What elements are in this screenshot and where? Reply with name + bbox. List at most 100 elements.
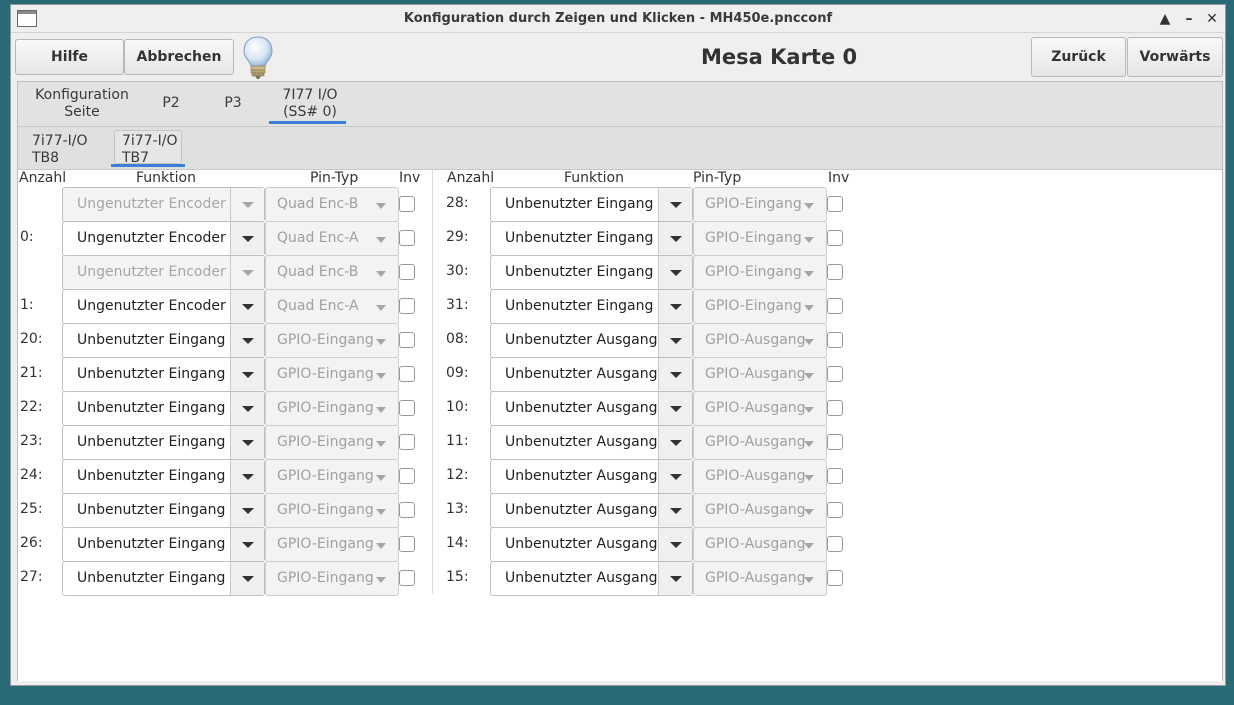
chevron-down-icon[interactable] [658, 256, 692, 289]
chevron-down-icon[interactable] [230, 290, 264, 323]
help-button[interactable]: Hilfe [15, 39, 124, 75]
function-combo[interactable]: Unbenutzter Eingang [62, 391, 265, 426]
chevron-down-icon[interactable] [230, 256, 264, 289]
invert-checkbox[interactable] [827, 468, 843, 484]
function-combo[interactable]: Unbenutzter Eingang [490, 255, 693, 290]
tab-p2[interactable]: P2 [154, 95, 188, 112]
function-combo[interactable]: Unbenutzter Ausgang [490, 425, 693, 460]
invert-checkbox[interactable] [399, 332, 415, 348]
invert-checkbox[interactable] [399, 502, 415, 518]
function-combo[interactable]: Unbenutzter Ausgang [490, 459, 693, 494]
pin-type-combo[interactable]: GPIO-Ausgang [693, 391, 827, 426]
forward-button[interactable]: Vorwärts [1127, 37, 1223, 77]
function-combo[interactable]: Unbenutzter Ausgang [490, 493, 693, 528]
chevron-down-icon[interactable] [658, 392, 692, 425]
chevron-down-icon[interactable] [230, 324, 264, 357]
function-combo[interactable]: Unbenutzter Eingang [62, 493, 265, 528]
invert-checkbox[interactable] [399, 298, 415, 314]
chevron-down-icon[interactable] [230, 426, 264, 459]
invert-checkbox[interactable] [827, 332, 843, 348]
function-combo[interactable]: Unbenutzter Eingang [62, 357, 265, 392]
invert-checkbox[interactable] [399, 570, 415, 586]
close-icon[interactable]: ✕ [1202, 9, 1222, 29]
pin-type-combo[interactable]: GPIO-Ausgang [693, 459, 827, 494]
lightbulb-icon[interactable] [241, 35, 275, 81]
pin-type-combo[interactable]: GPIO-Eingang [265, 357, 399, 392]
chevron-down-icon[interactable] [230, 222, 264, 255]
function-combo[interactable]: Unbenutzter Eingang [62, 323, 265, 358]
invert-checkbox[interactable] [827, 536, 843, 552]
invert-checkbox[interactable] [827, 570, 843, 586]
pin-type-combo[interactable]: GPIO-Ausgang [693, 357, 827, 392]
back-button[interactable]: Zurück [1031, 37, 1126, 77]
tab-configuration-page[interactable]: Konfiguration Seite [32, 87, 132, 121]
chevron-down-icon[interactable] [230, 460, 264, 493]
function-combo[interactable]: Unbenutzter Ausgang [490, 391, 693, 426]
invert-checkbox[interactable] [399, 196, 415, 212]
chevron-down-icon[interactable] [230, 392, 264, 425]
pin-type-combo[interactable]: GPIO-Ausgang [693, 323, 827, 358]
invert-checkbox[interactable] [827, 230, 843, 246]
tab-tb8[interactable]: 7i77-I/O TB8 [32, 133, 94, 167]
function-combo[interactable]: Unbenutzter Eingang [490, 187, 693, 222]
pin-type-combo[interactable]: GPIO-Eingang [265, 493, 399, 528]
chevron-down-icon[interactable] [230, 562, 264, 595]
chevron-down-icon[interactable] [658, 460, 692, 493]
minimize-icon[interactable]: – [1179, 9, 1199, 29]
pin-type-combo[interactable]: GPIO-Eingang [265, 459, 399, 494]
function-combo[interactable]: Ungenutzter Encoder [62, 221, 265, 256]
invert-checkbox[interactable] [827, 196, 843, 212]
function-combo[interactable]: Unbenutzter Ausgang [490, 357, 693, 392]
invert-checkbox[interactable] [827, 502, 843, 518]
pin-type-combo[interactable]: GPIO-Eingang [693, 221, 827, 256]
function-combo[interactable]: Unbenutzter Eingang [62, 561, 265, 596]
function-combo[interactable]: Ungenutzter Encoder [62, 187, 265, 222]
chevron-down-icon[interactable] [658, 426, 692, 459]
chevron-down-icon[interactable] [230, 358, 264, 391]
invert-checkbox[interactable] [399, 434, 415, 450]
chevron-down-icon[interactable] [658, 290, 692, 323]
invert-checkbox[interactable] [827, 434, 843, 450]
invert-checkbox[interactable] [399, 468, 415, 484]
invert-checkbox[interactable] [827, 400, 843, 416]
pin-type-combo[interactable]: Quad Enc-B [265, 187, 399, 222]
pin-type-combo[interactable]: GPIO-Eingang [693, 187, 827, 222]
function-combo[interactable]: Unbenutzter Eingang [62, 459, 265, 494]
function-combo[interactable]: Unbenutzter Ausgang [490, 561, 693, 596]
pin-type-combo[interactable]: GPIO-Ausgang [693, 493, 827, 528]
pin-type-combo[interactable]: GPIO-Eingang [265, 391, 399, 426]
maximize-icon[interactable]: ▲ [1155, 9, 1175, 29]
pin-type-combo[interactable]: GPIO-Eingang [693, 289, 827, 324]
invert-checkbox[interactable] [399, 536, 415, 552]
invert-checkbox[interactable] [399, 264, 415, 280]
pin-type-combo[interactable]: GPIO-Eingang [693, 255, 827, 290]
tab-tb7[interactable]: 7i77-I/O TB7 [114, 130, 182, 166]
pin-type-combo[interactable]: Quad Enc-B [265, 255, 399, 290]
pin-type-combo[interactable]: GPIO-Ausgang [693, 561, 827, 596]
invert-checkbox[interactable] [827, 264, 843, 280]
chevron-down-icon[interactable] [658, 528, 692, 561]
pin-type-combo[interactable]: GPIO-Eingang [265, 425, 399, 460]
pin-type-combo[interactable]: GPIO-Ausgang [693, 527, 827, 562]
chevron-down-icon[interactable] [658, 494, 692, 527]
pin-type-combo[interactable]: GPIO-Eingang [265, 527, 399, 562]
chevron-down-icon[interactable] [230, 494, 264, 527]
invert-checkbox[interactable] [399, 366, 415, 382]
chevron-down-icon[interactable] [658, 324, 692, 357]
chevron-down-icon[interactable] [230, 188, 264, 221]
function-combo[interactable]: Unbenutzter Ausgang [490, 527, 693, 562]
function-combo[interactable]: Ungenutzter Encoder [62, 289, 265, 324]
function-combo[interactable]: Unbenutzter Eingang [62, 527, 265, 562]
chevron-down-icon[interactable] [658, 562, 692, 595]
invert-checkbox[interactable] [827, 298, 843, 314]
invert-checkbox[interactable] [399, 230, 415, 246]
chevron-down-icon[interactable] [658, 358, 692, 391]
pin-type-combo[interactable]: GPIO-Eingang [265, 561, 399, 596]
pin-type-combo[interactable]: Quad Enc-A [265, 221, 399, 256]
chevron-down-icon[interactable] [658, 188, 692, 221]
tab-7i77-io[interactable]: 7I77 I/O (SS# 0) [270, 87, 350, 121]
function-combo[interactable]: Ungenutzter Encoder [62, 255, 265, 290]
function-combo[interactable]: Unbenutzter Eingang [62, 425, 265, 460]
function-combo[interactable]: Unbenutzter Eingang [490, 289, 693, 324]
cancel-button[interactable]: Abbrechen [124, 39, 234, 75]
